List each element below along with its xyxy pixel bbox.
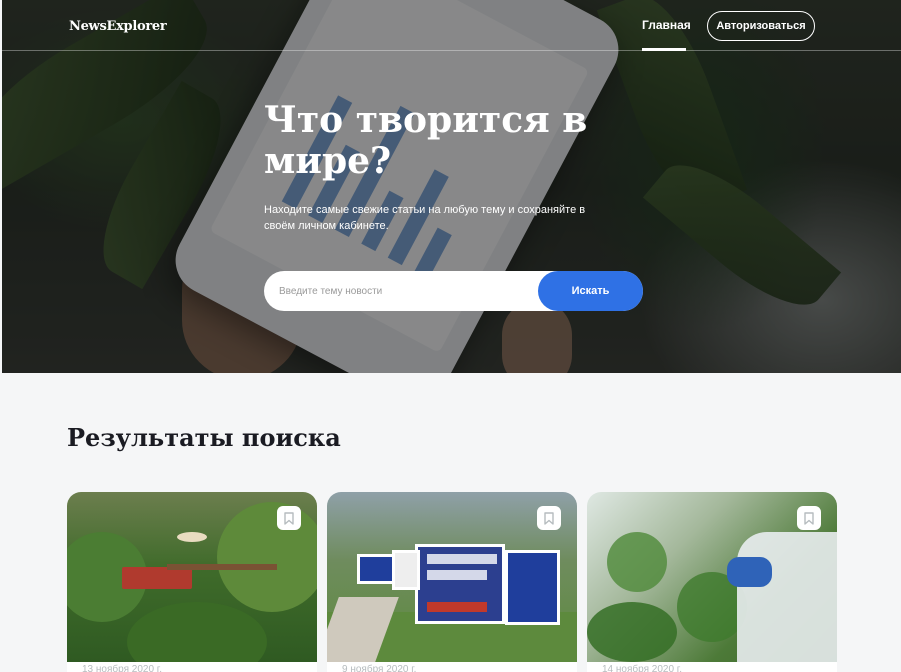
results-title: Результаты поиска bbox=[67, 423, 341, 452]
search-button[interactable]: Искать bbox=[538, 271, 643, 311]
hero-overlay bbox=[2, 0, 901, 373]
news-card-date: 9 ноября 2020 г. bbox=[342, 664, 417, 672]
search-input[interactable] bbox=[279, 271, 529, 311]
auth-button[interactable]: Авторизоваться bbox=[707, 11, 815, 41]
bookmark-icon bbox=[284, 511, 294, 525]
bookmark-button[interactable] bbox=[277, 506, 301, 530]
news-card[interactable]: 14 ноября 2020 г. bbox=[587, 492, 837, 672]
news-card[interactable]: 13 ноября 2020 г. bbox=[67, 492, 317, 672]
bookmark-icon bbox=[544, 511, 554, 525]
news-card-date: 13 ноября 2020 г. bbox=[82, 664, 162, 672]
nav-home-link[interactable]: Главная bbox=[642, 18, 691, 32]
hero-title: Что творится в мире? bbox=[264, 99, 588, 182]
bookmark-button[interactable] bbox=[797, 506, 821, 530]
news-card-date: 14 ноября 2020 г. bbox=[602, 664, 682, 672]
hero-section: NewsExplorer Главная Авторизоваться Что … bbox=[2, 0, 901, 373]
hero-subtitle: Находите самые свежие статьи на любую те… bbox=[264, 204, 586, 232]
bookmark-button[interactable] bbox=[537, 506, 561, 530]
site-header: NewsExplorer Главная Авторизоваться bbox=[2, 0, 901, 51]
news-card[interactable]: 9 ноября 2020 г. bbox=[327, 492, 577, 672]
site-logo[interactable]: NewsExplorer bbox=[69, 19, 167, 34]
search-form: Искать bbox=[264, 271, 643, 311]
results-section: Результаты поиска 13 ноября 2020 г. 9 но… bbox=[0, 373, 901, 672]
bookmark-icon bbox=[804, 511, 814, 525]
nav-active-indicator bbox=[642, 48, 686, 51]
